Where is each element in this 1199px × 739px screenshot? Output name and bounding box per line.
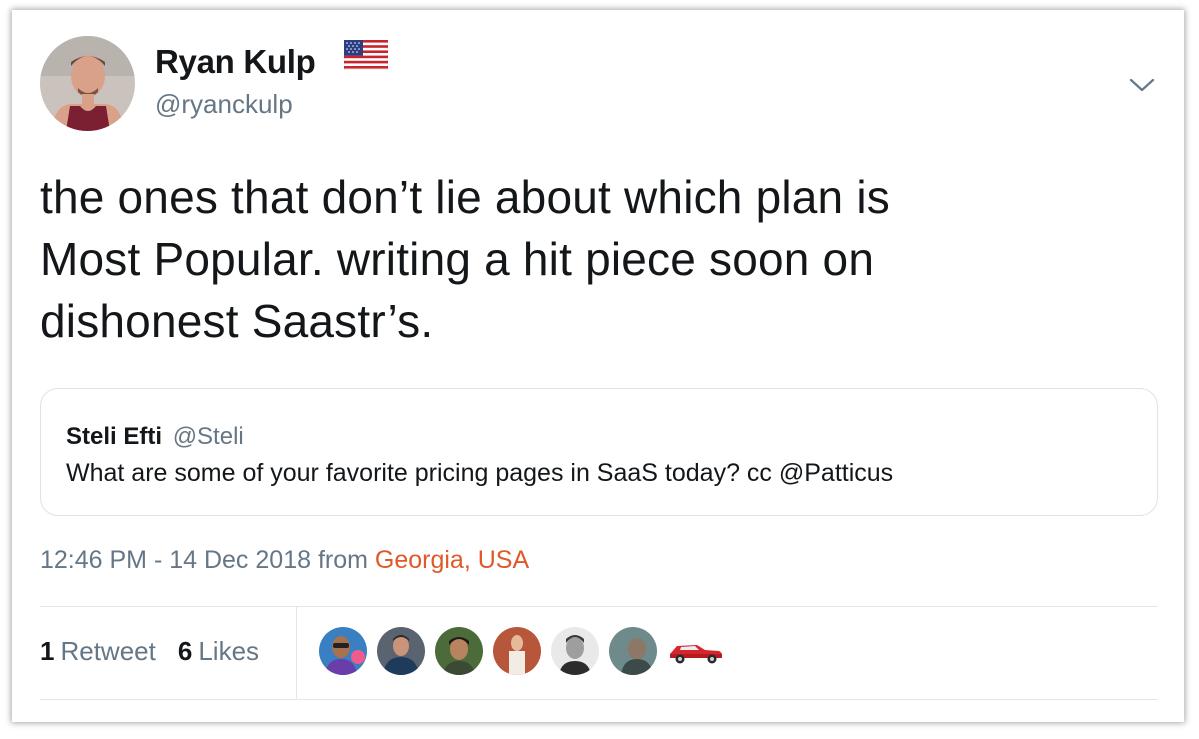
liker-avatar[interactable]: [319, 627, 367, 675]
author-handle[interactable]: @ryanckulp: [155, 89, 293, 120]
liker-avatar[interactable]: [435, 627, 483, 675]
like-label: Likes: [198, 636, 260, 666]
divider: [296, 607, 297, 699]
liker-avatar-6-icon: [609, 627, 657, 675]
quoted-author-handle: @Steli: [172, 423, 244, 450]
liker-avatar[interactable]: [667, 636, 723, 666]
liker-avatar-2-icon: [377, 627, 425, 675]
liker-avatar-3-icon: [435, 627, 483, 675]
like-stat[interactable]: 6 Likes: [178, 636, 259, 667]
liker-avatar-1-icon: [319, 627, 367, 675]
liker-avatar[interactable]: [377, 627, 425, 675]
retweet-label: Retweet: [60, 636, 156, 666]
avatar-photo-icon: [40, 36, 135, 131]
divider: [40, 699, 1158, 700]
tweet-text: the ones that don’t lie about which plan…: [40, 171, 890, 347]
retweet-stat[interactable]: 1 Retweet: [40, 636, 156, 667]
divider: [40, 606, 1158, 607]
liker-avatar[interactable]: [609, 627, 657, 675]
author-display-name[interactable]: Ryan Kulp: [155, 43, 316, 81]
quoted-tweet-card[interactable]: Steli Efti @Steli What are some of your …: [40, 388, 1158, 516]
us-flag-icon: [344, 40, 388, 70]
tweet-metadata: 12:46 PM - 14 Dec 2018 from Georgia, USA: [40, 546, 529, 575]
liker-avatar[interactable]: [551, 627, 599, 675]
like-count: 6: [177, 636, 193, 666]
more-options-button[interactable]: [1124, 70, 1160, 100]
red-car-icon: [670, 645, 722, 664]
location-link[interactable]: Georgia, USA: [375, 546, 529, 574]
chevron-down-icon: [1129, 78, 1155, 92]
tweet-card: Ryan Kulp @ryanckulp the ones that don’t…: [12, 10, 1184, 722]
tweet-timestamp[interactable]: 12:46 PM - 14 Dec 2018 from: [40, 546, 375, 574]
quoted-author-name: Steli Efti: [66, 423, 163, 450]
quoted-tweet-text: What are some of your favorite pricing p…: [66, 459, 894, 487]
liker-avatar[interactable]: [493, 627, 541, 675]
author-avatar[interactable]: [40, 36, 135, 131]
tweet-stats: 1 Retweet 6 Likes: [40, 636, 259, 667]
liker-avatar-5-icon: [551, 627, 599, 675]
quoted-tweet-author: Steli Efti @Steli: [66, 423, 244, 451]
liker-avatar-4-icon: [493, 627, 541, 675]
likers-avatars: [319, 627, 723, 675]
retweet-count: 1: [40, 636, 55, 666]
